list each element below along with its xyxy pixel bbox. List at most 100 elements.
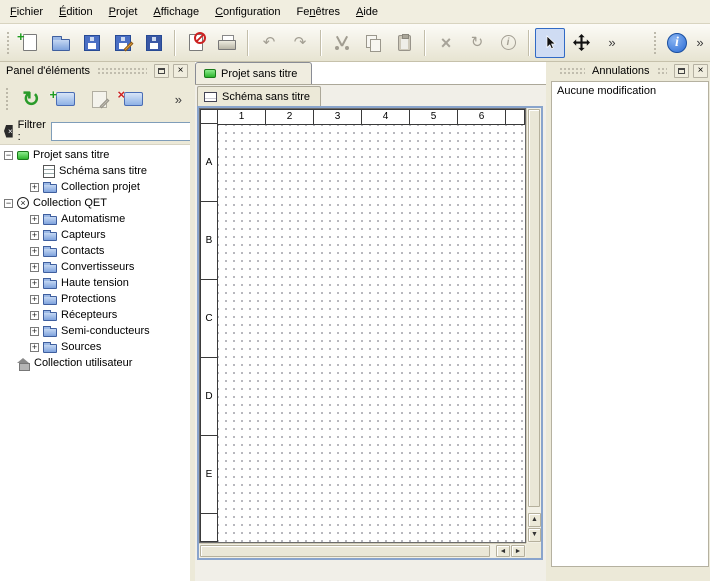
filter-input[interactable] [51,122,201,141]
edit-element-button[interactable] [83,83,115,115]
save-all-button[interactable] [139,28,169,58]
expander-icon[interactable]: + [30,247,39,256]
toolbar-separator [424,30,426,56]
menu-fichier[interactable]: Fichier [2,2,51,22]
expander-icon[interactable]: − [4,151,13,160]
tree-item-label: Récepteurs [61,309,117,321]
tree-item-collection-qet[interactable]: −×Collection QET [0,195,190,211]
delete-element-button[interactable]: × [117,83,149,115]
toolbar-separator [247,30,249,56]
menu-affichage[interactable]: Affichage [145,2,207,22]
home-icon [17,358,30,369]
toolbar-overflow-button-2[interactable]: » [693,28,707,58]
float-dock-button[interactable] [154,64,169,78]
left-dock-titlebar[interactable]: Panel d'éléments × [0,62,190,80]
folder-icon [43,296,57,305]
expander-icon[interactable]: + [30,183,39,192]
move-tool-button[interactable] [566,28,596,58]
close-dock-button[interactable]: × [173,64,188,78]
tab-projet-sans-titre[interactable]: Projet sans titre [195,62,312,84]
toolbar-grip[interactable] [5,87,10,111]
filter-row: × Filtrer : [0,118,190,144]
element-info-button[interactable]: i [493,28,523,58]
scroll-up-button[interactable]: ▲ [528,513,541,527]
expander-icon[interactable]: + [30,263,39,272]
expander-icon[interactable]: − [4,199,13,208]
tree-item-haute-tension[interactable]: +Haute tension [0,275,190,291]
right-dock-titlebar[interactable]: Annulations × [550,62,710,80]
menu-aide[interactable]: Aide [348,2,386,22]
menu-fenetres[interactable]: Fenêtres [289,2,348,22]
tree-item-project[interactable]: −Projet sans titre [0,147,190,163]
tree-item-sources[interactable]: +Sources [0,339,190,355]
tree-item-protections[interactable]: +Protections [0,291,190,307]
edit-element-icon [92,91,107,108]
column-label: 1 [217,109,266,125]
save-as-button[interactable] [108,28,138,58]
expander-icon[interactable]: + [30,311,39,320]
scroll-down-button[interactable]: ▼ [528,528,541,542]
elements-panel-dock: Panel d'éléments × ↻ + × » × Filtrer : −… [0,62,190,581]
close-dock-button[interactable]: × [693,64,708,78]
tree-item-label: Collection projet [61,181,140,193]
open-project-button[interactable] [46,28,76,58]
scrollbar-corner [526,543,541,558]
save-button[interactable] [77,28,107,58]
vertical-scrollbar[interactable]: ▲ ▼ [526,108,541,543]
print-button[interactable] [212,28,242,58]
expander-icon[interactable]: + [30,343,39,352]
column-label: 6 [457,109,506,125]
vertical-scrollbar-thumb[interactable] [528,109,540,507]
delete-button[interactable]: × [431,28,461,58]
undo-button[interactable]: ↶ [254,28,284,58]
expander-icon[interactable]: + [30,327,39,336]
tree-item-convertisseurs[interactable]: +Convertisseurs [0,259,190,275]
tree-item-semi-conducteurs[interactable]: +Semi-conducteurs [0,323,190,339]
toolbar-grip[interactable] [6,31,11,55]
undo-history-list[interactable]: Aucune modification [551,81,709,567]
paste-button[interactable] [389,28,419,58]
close-project-button[interactable] [181,28,211,58]
toolbar-overflow-button[interactable]: » [597,28,627,58]
menu-projet[interactable]: Projet [101,2,146,22]
expander-icon[interactable]: + [30,231,39,240]
menu-edition[interactable]: Édition [51,2,101,22]
tree-item-contacts[interactable]: +Contacts [0,243,190,259]
left-dock-title: Panel d'éléments [6,65,90,77]
expander-icon[interactable]: + [30,295,39,304]
folder-icon [43,184,57,193]
expander-icon[interactable]: + [30,279,39,288]
horizontal-scrollbar[interactable]: ◄ ► [199,543,526,558]
about-qet-button[interactable]: i [662,28,692,58]
cut-button[interactable] [327,28,357,58]
copy-button[interactable] [358,28,388,58]
clear-filter-icon[interactable]: × [4,125,13,138]
tab-schema-sans-titre[interactable]: Schéma sans titre [197,86,321,106]
tree-item-schema[interactable]: Schéma sans titre [0,163,190,179]
menu-configuration[interactable]: Configuration [207,2,288,22]
tree-item-capteurs[interactable]: +Capteurs [0,227,190,243]
tree-item-automatisme[interactable]: +Automatisme [0,211,190,227]
schema-canvas[interactable] [218,125,525,542]
select-tool-button[interactable] [535,28,565,58]
tree-item-collection-utilisateur[interactable]: Collection utilisateur [0,355,190,371]
scroll-right-button[interactable]: ► [511,545,525,557]
elements-tree: −Projet sans titre Schéma sans titre +Co… [0,144,190,581]
redo-button[interactable]: ↷ [285,28,315,58]
new-element-button[interactable]: + [49,83,81,115]
new-project-button[interactable]: + [15,28,45,58]
horizontal-scrollbar-thumb[interactable] [200,545,490,557]
rotate-button[interactable]: ↻ [462,28,492,58]
scroll-left-button[interactable]: ◄ [496,545,510,557]
reload-collections-button[interactable]: ↻ [15,83,47,115]
tree-item-collection-projet[interactable]: + Collection projet [0,179,190,195]
info-blue-icon: i [667,33,687,53]
chevron-right-icon[interactable]: » [175,92,182,107]
tree-item-recepteurs[interactable]: + Récepteurs [0,307,190,323]
expander-icon[interactable]: + [30,215,39,224]
float-dock-button[interactable] [674,64,689,78]
toolbar-grip[interactable] [653,31,658,55]
copy-icon [365,35,381,51]
close-icon: × [698,66,704,76]
chevron-right-icon: » [696,35,703,50]
